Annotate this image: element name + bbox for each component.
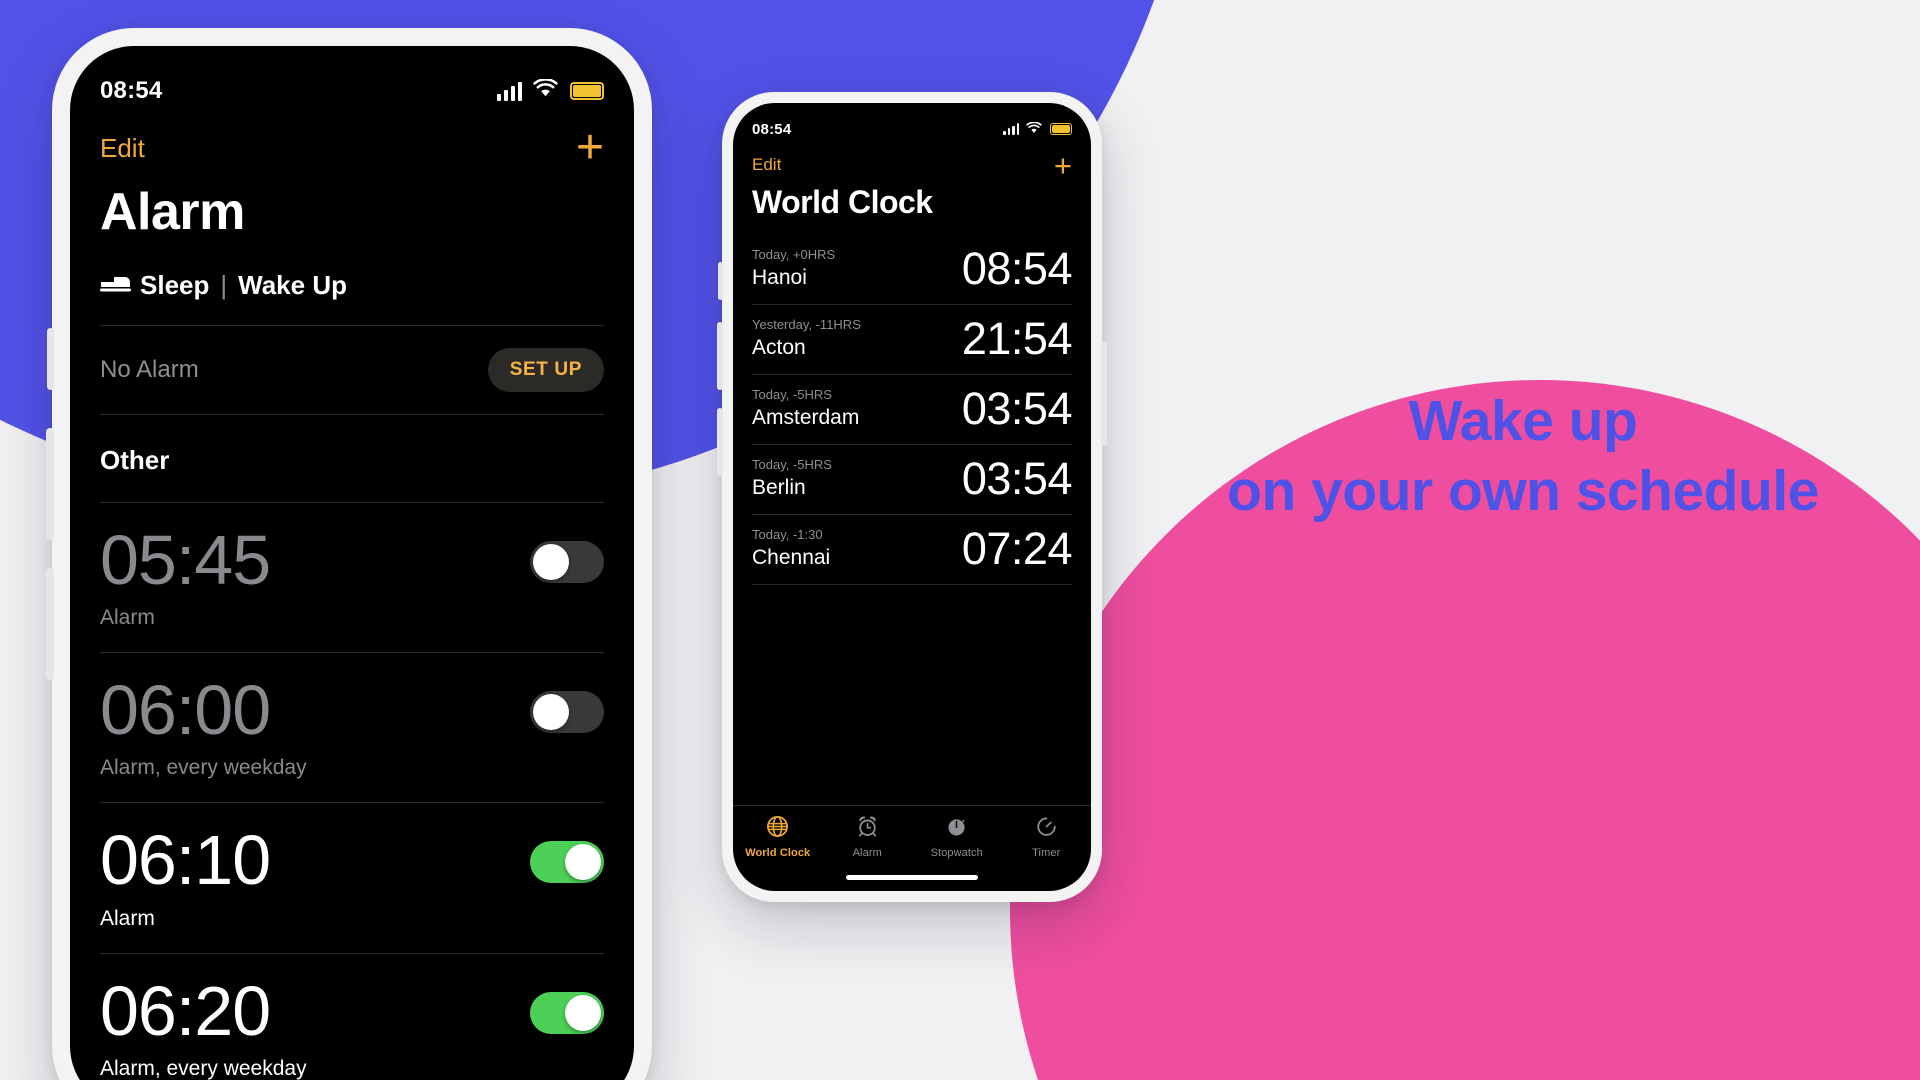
set-up-button[interactable]: SET UP xyxy=(487,348,604,392)
alarm-subtitle: Alarm xyxy=(100,606,155,630)
home-indicator[interactable] xyxy=(846,875,978,880)
world-clock-nav-bar: Edit + xyxy=(752,150,1072,181)
alarm-row[interactable]: 06:00 Alarm, every weekday xyxy=(100,653,604,804)
sleep-label: Sleep xyxy=(140,270,210,300)
clock-time: 21:54 xyxy=(961,313,1073,364)
marketing-headline: Wake up on your own schedule xyxy=(1168,386,1878,526)
world-clock-list: Today, +0HRS Hanoi 08:54 Yesterday, -11HRS A… xyxy=(733,235,1091,805)
status-bar-time: 08:54 xyxy=(752,120,792,138)
toggle-knob xyxy=(533,544,569,580)
status-bar: 08:54 xyxy=(100,74,604,108)
alarm-toggle[interactable] xyxy=(530,541,604,583)
phone-power-button xyxy=(1101,342,1107,446)
cellular-signal-icon xyxy=(497,81,522,101)
alarm-list: 05:45 Alarm 06:00 Alarm, every weekday 06:10… xyxy=(100,503,604,1080)
globe-icon xyxy=(766,815,789,843)
world-clock-row[interactable]: Today, -5HRS Berlin 03:54 xyxy=(752,445,1073,515)
clock-offset: Today, -5HRS xyxy=(752,387,832,403)
alarm-time: 06:10 xyxy=(100,821,271,900)
add-alarm-button[interactable]: + xyxy=(576,124,604,172)
clock-city: Hanoi xyxy=(752,266,807,290)
battery-icon xyxy=(570,82,604,100)
page-title: World Clock xyxy=(752,184,933,220)
tab-world-clock[interactable]: World Clock xyxy=(733,815,823,859)
clock-time: 07:24 xyxy=(961,523,1073,574)
world-clock-row[interactable]: Yesterday, -11HRS Acton 21:54 xyxy=(752,305,1073,375)
clock-time: 08:54 xyxy=(961,243,1073,294)
phone-volume-down-button xyxy=(46,568,54,680)
toggle-knob xyxy=(565,844,601,881)
bed-icon xyxy=(100,270,131,301)
world-clock-row[interactable]: Today, +0HRS Hanoi 08:54 xyxy=(752,235,1073,305)
phone-volume-up-button xyxy=(717,322,723,390)
world-clock-row[interactable]: Today, -1:30 Chennai 07:24 xyxy=(752,515,1073,585)
status-bar-time: 08:54 xyxy=(100,77,163,104)
divider xyxy=(752,584,1072,585)
phone-silent-switch xyxy=(47,328,54,390)
alarm-row[interactable]: 06:10 Alarm xyxy=(100,803,604,954)
alarm-toggle[interactable] xyxy=(530,691,604,734)
status-bar: 08:54 xyxy=(752,119,1072,139)
tab-timer[interactable]: Timer xyxy=(1002,815,1092,859)
toggle-knob xyxy=(565,994,601,1031)
phone-volume-up-button xyxy=(46,428,54,540)
headline-line-2: on your own schedule xyxy=(1227,459,1819,524)
wifi-icon xyxy=(1026,120,1042,138)
alarm-subtitle: Alarm, every weekday xyxy=(100,1056,307,1080)
clock-city: Acton xyxy=(752,336,806,360)
tab-stopwatch[interactable]: Stopwatch xyxy=(912,815,1002,859)
alarm-row[interactable]: 06:20 Alarm, every weekday xyxy=(100,954,604,1080)
alarm-subtitle: Alarm, every weekday xyxy=(100,756,307,780)
stopwatch-icon xyxy=(945,815,968,843)
alarm-row[interactable]: 05:45 Alarm xyxy=(100,503,604,654)
edit-button[interactable]: Edit xyxy=(100,133,145,164)
alarm-clock-icon xyxy=(856,815,879,843)
tab-alarm[interactable]: Alarm xyxy=(823,815,913,859)
tab-label: Timer xyxy=(1032,847,1061,859)
clock-city: Amsterdam xyxy=(752,406,860,430)
clock-time: 03:54 xyxy=(961,383,1073,434)
alarm-toggle[interactable] xyxy=(530,991,604,1034)
tab-label: Stopwatch xyxy=(930,847,983,859)
clock-city: Chennai xyxy=(752,546,831,570)
battery-icon xyxy=(1050,123,1072,135)
no-alarm-label: No Alarm xyxy=(100,356,199,383)
tab-label: Alarm xyxy=(852,847,882,859)
phone-silent-switch xyxy=(718,262,723,300)
alarm-time: 06:00 xyxy=(100,671,271,750)
edit-button[interactable]: Edit xyxy=(752,155,781,175)
headline-line-1: Wake up xyxy=(1408,389,1638,453)
page-title: Alarm xyxy=(100,183,245,241)
clock-offset: Today, -5HRS xyxy=(752,457,832,473)
alarm-time: 05:45 xyxy=(100,521,271,599)
wakeup-label: Wake Up xyxy=(238,270,347,300)
alarm-app-screen: 08:54 Edit + Alarm Sleep | Wake Up No Al… xyxy=(70,46,634,1080)
tab-label: World Clock xyxy=(745,847,811,859)
alarm-time: 06:20 xyxy=(100,971,271,1050)
world-clock-row[interactable]: Today, -5HRS Amsterdam 03:54 xyxy=(752,375,1073,445)
alarm-toggle[interactable] xyxy=(530,841,604,884)
toggle-knob xyxy=(533,694,569,731)
clock-offset: Today, +0HRS xyxy=(752,247,836,263)
alarm-nav-bar: Edit + xyxy=(100,124,604,172)
other-section-label: Other xyxy=(100,445,170,475)
clock-offset: Today, -1:30 xyxy=(752,527,823,543)
sleep-separator: | xyxy=(220,270,228,300)
tab-bar: World Clock Alarm Stopwatch Timer xyxy=(733,805,1091,863)
cellular-signal-icon xyxy=(1003,123,1019,135)
wifi-icon xyxy=(533,77,558,105)
sleep-wakeup-header[interactable]: Sleep | Wake Up xyxy=(100,270,604,301)
timer-icon xyxy=(1035,815,1058,843)
clock-time: 03:54 xyxy=(961,453,1073,504)
alarm-subtitle: Alarm xyxy=(100,906,155,930)
phone-mockup-world-clock: 08:54 Edit + World Clock Today, +0HRS Ha… xyxy=(717,92,1107,902)
clock-city: Berlin xyxy=(752,476,806,500)
no-alarm-row: No Alarm SET UP xyxy=(100,326,604,414)
divider xyxy=(100,414,604,415)
phone-mockup-alarm: 08:54 Edit + Alarm Sleep | Wake Up No Al… xyxy=(46,28,652,1080)
clock-offset: Yesterday, -11HRS xyxy=(752,317,861,333)
add-clock-button[interactable]: + xyxy=(1054,150,1072,181)
phone-volume-down-button xyxy=(717,408,723,476)
world-clock-app-screen: 08:54 Edit + World Clock Today, +0HRS Ha… xyxy=(733,103,1091,891)
